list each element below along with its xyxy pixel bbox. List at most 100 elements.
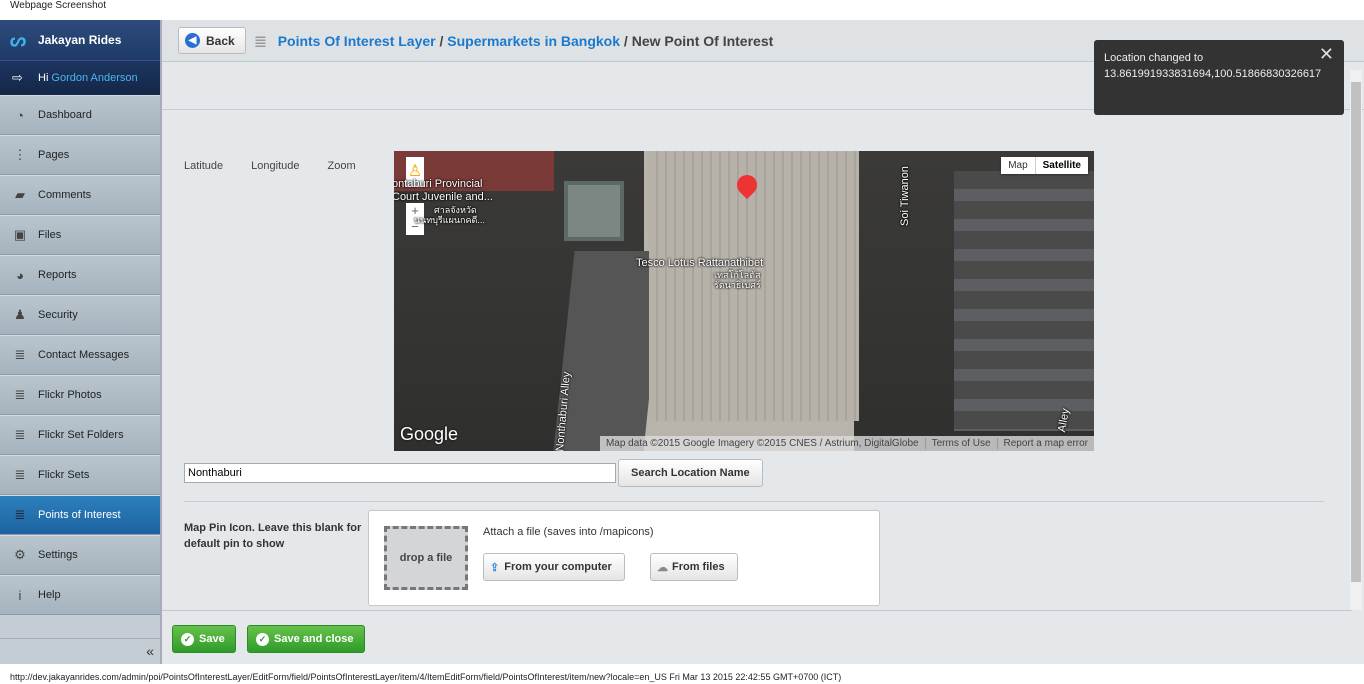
sidebar-item-label: Reports (38, 269, 77, 281)
save-and-close-button[interactable]: ✓ Save and close (247, 625, 365, 653)
brand[interactable]: ᔕ Jakayan Rides (0, 20, 160, 60)
sidebar-item-label: Flickr Set Folders (38, 429, 124, 441)
map[interactable]: ♙ + − ontaburi Provincial Court Juvenile … (394, 151, 1094, 451)
comment-icon: ▰ (15, 187, 25, 202)
sidebar-item-flickr-set-folders[interactable]: ≣ Flickr Set Folders (0, 415, 160, 455)
greeting-text: Hi (38, 72, 49, 84)
map-building (564, 181, 624, 241)
back-label: Back (206, 33, 235, 48)
sidebar-item-label: Contact Messages (38, 349, 130, 361)
image-icon: ▣ (13, 227, 27, 242)
database-icon: ≣ (253, 33, 268, 51)
breadcrumb-sep: / (620, 32, 632, 49)
map-type-control: Map Satellite (1001, 157, 1088, 174)
scrollbar[interactable] (1350, 70, 1362, 610)
map-type-satellite[interactable]: Satellite (1034, 157, 1088, 174)
status-url: http://dev.jakayanrides.com/admin/poi/Po… (10, 672, 842, 682)
sidebar-item-label: Files (38, 229, 62, 241)
user-link[interactable]: Gordon Anderson (51, 72, 137, 84)
database-icon: ≣ (14, 427, 26, 442)
close-icon[interactable]: ✕ (1319, 45, 1334, 63)
save-close-label: Save and close (274, 633, 354, 645)
database-icon: ≣ (14, 507, 26, 522)
breadcrumb-layer[interactable]: Points Of Interest Layer (278, 33, 436, 49)
logout-icon[interactable]: ⇨ (12, 70, 26, 86)
save-button[interactable]: ✓ Save (172, 625, 236, 653)
sidebar-item-label: Dashboard (38, 109, 92, 121)
sidebar-item-flickr-photos[interactable]: ≣ Flickr Photos (0, 375, 160, 415)
save-label: Save (199, 633, 225, 645)
search-location-button[interactable]: Search Location Name (618, 459, 763, 487)
sidebar-item-comments[interactable]: ▰ Comments (0, 175, 160, 215)
collapse-sidebar-button[interactable]: « (0, 638, 160, 664)
from-computer-button[interactable]: ⇪ From your computer (483, 553, 625, 581)
sidebar-item-points-of-interest[interactable]: ≣ Points of Interest (0, 495, 160, 535)
sidebar-item-pages[interactable]: ⋮ Pages (0, 135, 160, 175)
sidebar-item-label: Settings (38, 549, 78, 561)
dashboard-icon: ◔ (16, 107, 24, 123)
divider (184, 501, 1324, 502)
map-buildings (954, 171, 1094, 431)
sidebar-item-label: Security (38, 309, 78, 321)
from-computer-label: From your computer (504, 561, 612, 573)
breadcrumb-current: New Point Of Interest (631, 32, 774, 49)
from-files-button[interactable]: ☁ From files (650, 553, 738, 581)
breadcrumb: Points Of Interest Layer / Supermarkets … (278, 33, 774, 49)
users-icon: ♟ (14, 307, 26, 322)
scrollbar-thumb[interactable] (1351, 82, 1361, 582)
sidebar-item-flickr-sets[interactable]: ≣ Flickr Sets (0, 455, 160, 495)
database-icon: ≣ (14, 347, 26, 362)
sidebar-item-dashboard[interactable]: ◔ Dashboard (0, 95, 160, 135)
database-icon: ≣ (14, 387, 26, 402)
map-attribution: Map data ©2015 Google Imagery ©2015 CNES… (599, 436, 1094, 451)
map-road (553, 251, 665, 451)
sidebar-item-settings[interactable]: ⚙ Settings (0, 535, 160, 575)
google-logo: Google (400, 424, 459, 444)
map-road-label: Soi Tiwanon (899, 166, 911, 226)
zoom-label: Zoom (327, 160, 356, 172)
sitemap-icon: ⋮ (13, 147, 27, 162)
database-icon: ≣ (14, 467, 26, 482)
screenshot-caption: Webpage Screenshot (10, 0, 106, 11)
form-actions: ✓ Save ✓ Save and close (162, 610, 1352, 664)
logo-icon: ᔕ (10, 30, 27, 50)
map-type-map[interactable]: Map (1001, 157, 1034, 174)
map-label: นนทบุรีแผนกคดี... (414, 215, 485, 225)
sidebar-item-label: Pages (38, 149, 70, 161)
back-button[interactable]: ◀ Back (178, 27, 246, 54)
gear-icon: ⚙ (14, 547, 26, 562)
coordinate-labels: Latitude Longitude Zoom (184, 160, 384, 172)
file-upload-field: drop a file Attach a file (saves into /m… (368, 510, 880, 606)
map-label: Court Juvenile and... (394, 191, 493, 203)
sidebar-item-label: Flickr Photos (38, 389, 102, 401)
sidebar-item-reports[interactable]: ◕ Reports (0, 255, 160, 295)
sidebar-item-label: Points of Interest (38, 509, 121, 521)
latitude-label: Latitude (184, 160, 224, 172)
breadcrumb-sep: / (435, 32, 448, 49)
check-icon: ✓ (181, 632, 194, 646)
sidebar-item-help[interactable]: i Help (0, 575, 160, 615)
location-search-input[interactable] (184, 463, 616, 483)
back-arrow-icon: ◀ (185, 33, 200, 48)
upload-icon: ⇪ (490, 561, 500, 574)
sidebar-item-label: Help (38, 589, 61, 601)
drop-zone[interactable]: drop a file (384, 526, 468, 590)
sidebar-item-label: Flickr Sets (38, 469, 90, 481)
check-icon: ✓ (256, 632, 269, 646)
toast-title: Location changed to (1104, 52, 1204, 64)
cloud-icon: ☁ (657, 561, 668, 574)
pie-chart-icon: ◕ (16, 267, 24, 283)
from-files-label: From files (672, 561, 725, 573)
brand-name: Jakayan Rides (38, 33, 122, 47)
map-label: ontaburi Provincial (394, 178, 483, 190)
map-pin-icon-label: Map Pin Icon. Leave this blank for defau… (184, 522, 362, 550)
sidebar-item-files[interactable]: ▣ Files (0, 215, 160, 255)
breadcrumb-supermarkets[interactable]: Supermarkets in Bangkok (447, 33, 620, 49)
sidebar-item-contact-messages[interactable]: ≣ Contact Messages (0, 335, 160, 375)
sidebar-item-security[interactable]: ♟ Security (0, 295, 160, 335)
notification-toast: ✕ Location changed to 13.861991933831694… (1094, 40, 1344, 115)
terms-link[interactable]: Terms of Use (924, 438, 997, 449)
report-error-link[interactable]: Report a map error (996, 438, 1094, 449)
attach-description: Attach a file (saves into /mapicons) (483, 526, 654, 538)
sidebar-item-label: Comments (38, 189, 92, 201)
